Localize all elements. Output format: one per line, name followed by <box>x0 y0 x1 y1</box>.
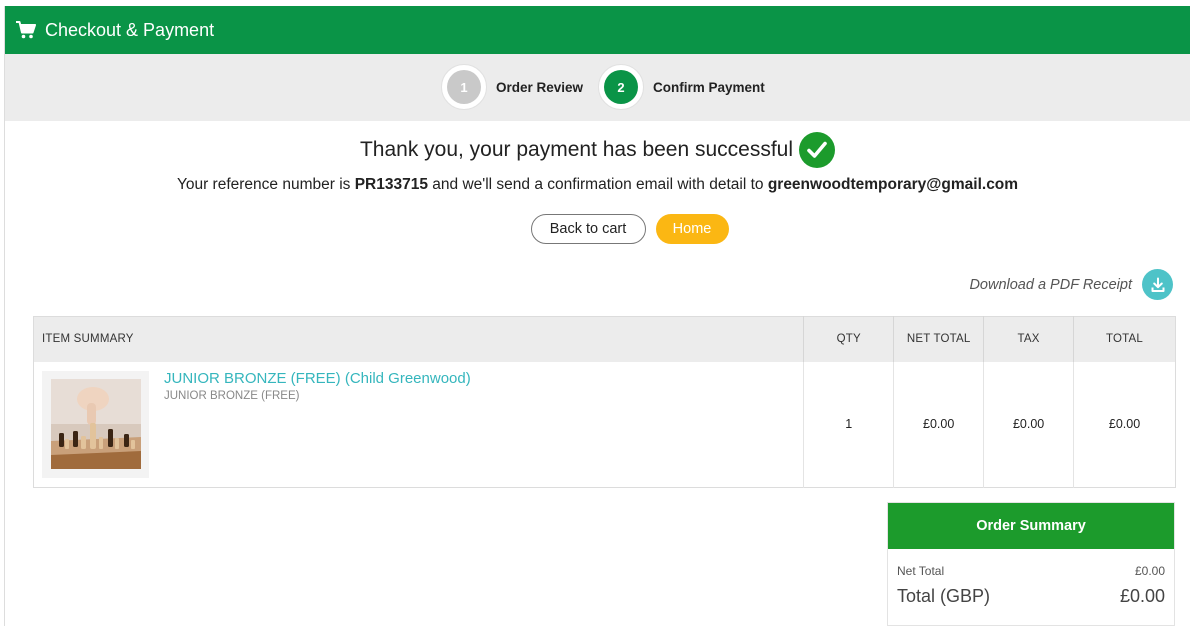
summary-net-row: Net Total £0.00 <box>888 564 1174 578</box>
back-to-cart-button[interactable]: Back to cart <box>530 214 646 244</box>
success-message: Thank you, your payment has been success… <box>5 132 1190 168</box>
header-qty: QTY <box>803 316 894 362</box>
table-row: JUNIOR BRONZE (FREE) (Child Greenwood) J… <box>34 361 1176 488</box>
step-order-review[interactable]: 1 Order Review <box>441 63 583 111</box>
step-number: 1 <box>447 70 481 104</box>
reference-prefix: Your reference number is <box>176 176 355 193</box>
item-subtitle: JUNIOR BRONZE (FREE) <box>164 389 300 402</box>
item-name-link[interactable]: JUNIOR BRONZE (FREE) (Child Greenwood) <box>164 370 471 387</box>
success-title: Thank you, your payment has been success… <box>359 138 794 161</box>
step-circle: 2 <box>598 64 644 110</box>
item-tax: £0.00 <box>983 361 1074 488</box>
item-qty: 1 <box>803 361 894 488</box>
step-label: Order Review <box>496 79 584 95</box>
order-summary-panel: Order Summary Net Total £0.00 Total (GBP… <box>887 502 1175 626</box>
total-value: £0.00 <box>1119 586 1165 606</box>
item-total: £0.00 <box>1073 361 1176 488</box>
item-net-total: £0.00 <box>893 361 984 488</box>
reference-line: Your reference number is PR133715 and we… <box>5 176 1190 194</box>
check-icon <box>799 132 836 168</box>
pdf-receipt-label[interactable]: Download a PDF Receipt <box>969 277 1132 293</box>
action-buttons: Back to cart Home <box>5 214 1190 244</box>
home-button[interactable]: Home <box>655 214 729 244</box>
reference-number: PR133715 <box>354 176 428 193</box>
header-item-summary: ITEM SUMMARY <box>33 316 804 362</box>
confirmation-email: greenwoodtemporary@gmail.com <box>767 176 1019 193</box>
header-tax: TAX <box>983 316 1074 362</box>
item-cell: JUNIOR BRONZE (FREE) (Child Greenwood) J… <box>34 362 804 488</box>
product-thumbnail[interactable] <box>42 370 149 478</box>
net-total-label: Net Total <box>897 564 945 578</box>
reference-middle: and we'll send a confirmation email with… <box>427 176 768 193</box>
page-title: Checkout & Payment <box>45 19 215 40</box>
order-summary-title: Order Summary <box>888 503 1174 549</box>
shopping-cart-icon <box>15 19 37 41</box>
download-icon[interactable] <box>1142 269 1173 300</box>
step-number: 2 <box>604 70 638 104</box>
net-total-value: £0.00 <box>1134 564 1165 578</box>
page-header: Checkout & Payment <box>5 6 1190 54</box>
header-net-total: NET TOTAL <box>893 316 984 362</box>
chess-image-icon <box>50 379 141 469</box>
step-label: Confirm Payment <box>653 79 765 95</box>
step-confirm-payment[interactable]: 2 Confirm Payment <box>598 63 765 111</box>
total-label: Total (GBP) <box>897 586 991 606</box>
item-summary-table: ITEM SUMMARY QTY NET TOTAL TAX TOTAL JUN… <box>33 316 1176 488</box>
summary-total-row: Total (GBP) £0.00 <box>888 586 1174 607</box>
header-total: TOTAL <box>1073 316 1176 362</box>
checkout-stepper: 1 Order Review 2 Confirm Payment <box>5 54 1190 121</box>
checkout-page: Checkout & Payment 1 Order Review 2 Conf… <box>4 6 1190 626</box>
pdf-receipt-link[interactable]: Download a PDF Receipt <box>969 269 1173 300</box>
step-circle: 1 <box>441 64 487 110</box>
table-header-row: ITEM SUMMARY QTY NET TOTAL TAX TOTAL <box>33 316 1176 362</box>
